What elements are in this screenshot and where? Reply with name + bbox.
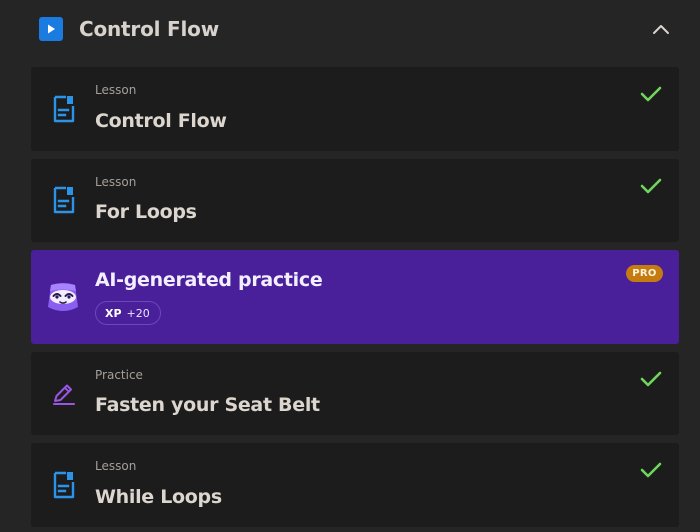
item-title: Control Flow: [95, 110, 227, 132]
robot-mascot-icon: [45, 281, 81, 315]
xp-badge: XP +20: [95, 301, 161, 325]
play-icon: [39, 17, 63, 41]
practice-item-fasten-your-seat-belt[interactable]: Practice Fasten your Seat Belt: [31, 352, 679, 435]
item-kind-label: Practice: [95, 368, 143, 382]
document-icon: [48, 184, 80, 216]
checkmark-icon: [639, 458, 663, 482]
checkmark-icon: [639, 174, 663, 198]
item-title: For Loops: [95, 201, 197, 223]
item-title: AI-generated practice: [95, 269, 323, 291]
section-title: Control Flow: [79, 17, 219, 41]
chevron-up-icon: [653, 25, 669, 34]
item-kind-label: Lesson: [95, 175, 137, 189]
lesson-item-for-loops[interactable]: Lesson For Loops: [31, 159, 679, 242]
pencil-icon: [48, 378, 80, 410]
item-kind-label: Lesson: [95, 83, 137, 97]
collapse-button[interactable]: [648, 16, 674, 42]
document-icon: [48, 93, 80, 125]
lesson-item-control-flow[interactable]: Lesson Control Flow: [31, 67, 679, 151]
lesson-item-while-loops[interactable]: Lesson While Loops: [31, 443, 679, 527]
section-header[interactable]: Control Flow: [0, 0, 700, 58]
course-module: Control Flow Lesson Control Flow Lesson …: [0, 0, 700, 532]
xp-value: +20: [126, 306, 150, 320]
pro-badge: PRO: [626, 265, 663, 282]
item-title: Fasten your Seat Belt: [95, 394, 320, 416]
item-title: While Loops: [95, 486, 222, 508]
item-kind-label: Lesson: [95, 459, 137, 473]
ai-practice-item[interactable]: AI-generated practice XP +20 PRO: [31, 250, 679, 344]
checkmark-icon: [639, 367, 663, 391]
document-icon: [48, 469, 80, 501]
xp-label: XP: [105, 306, 122, 320]
checkmark-icon: [639, 82, 663, 106]
